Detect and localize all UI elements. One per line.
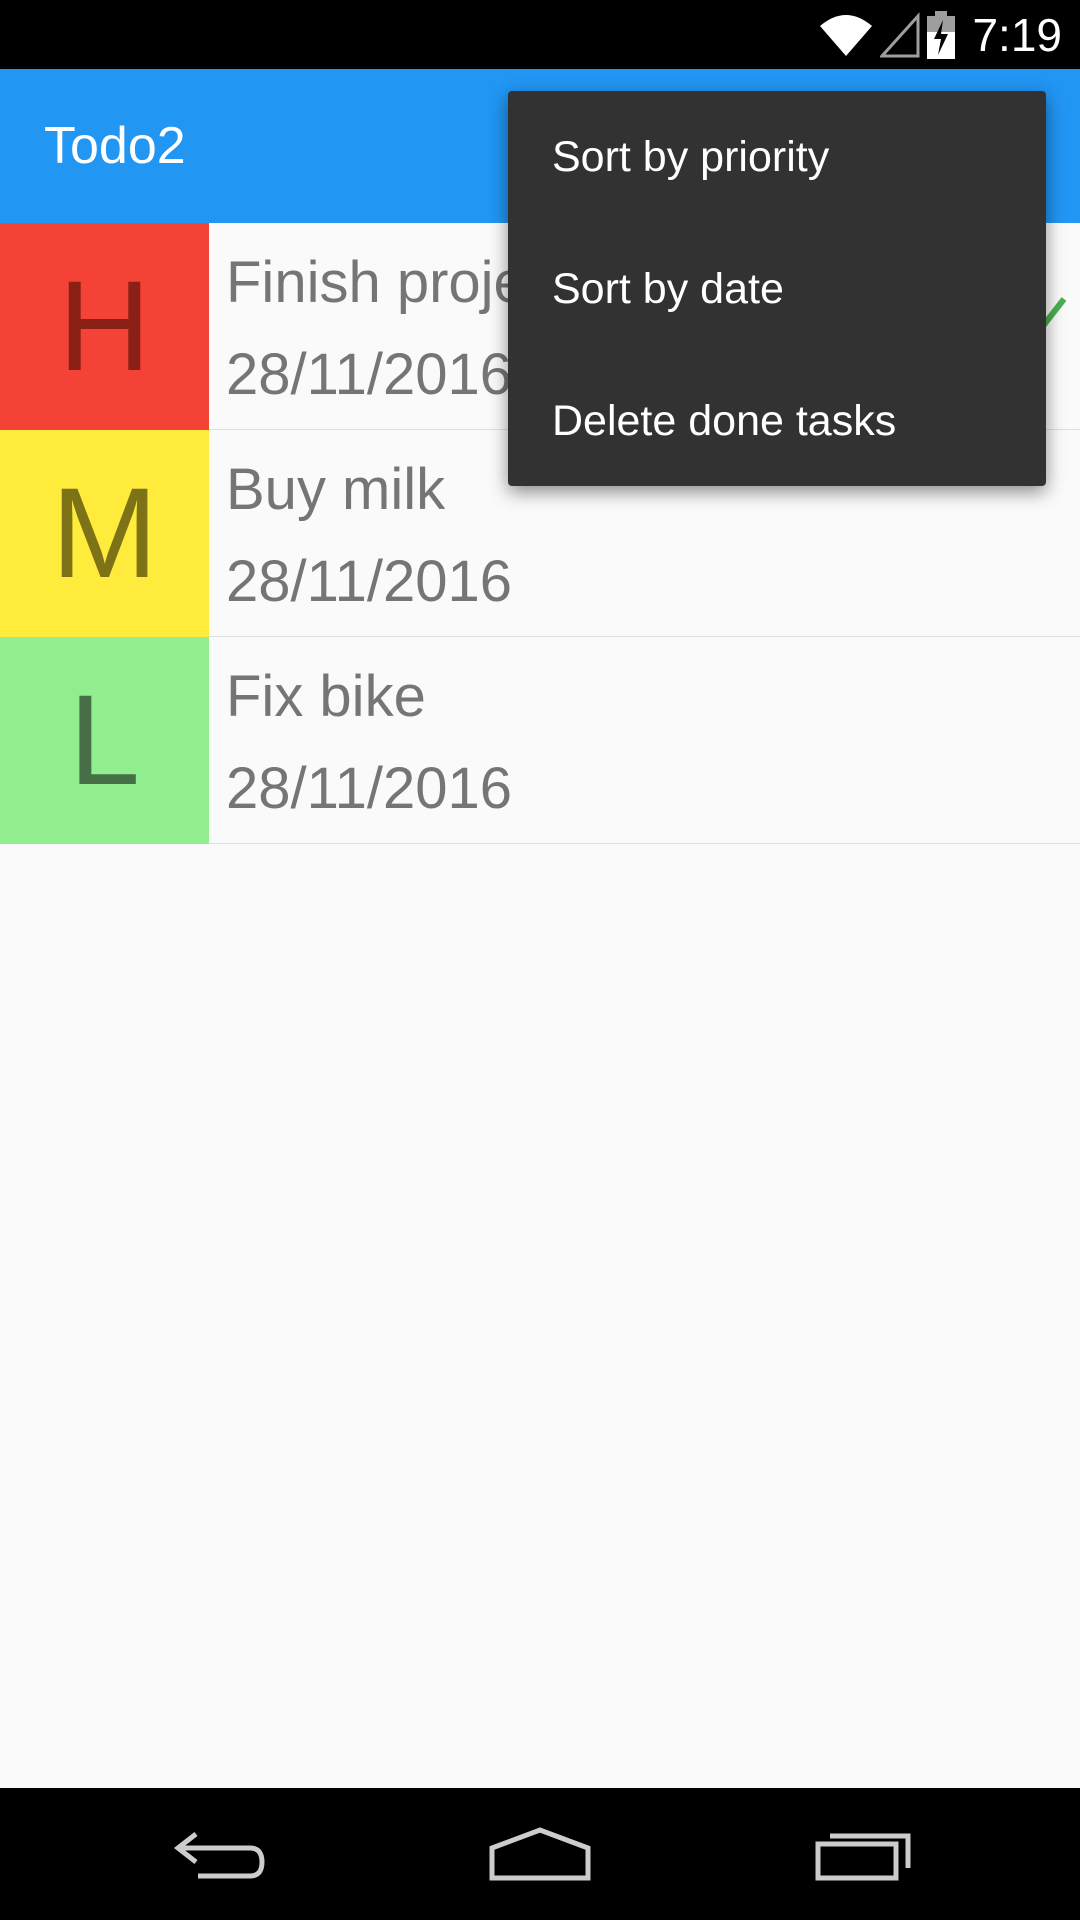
- task-date: 28/11/2016: [226, 756, 512, 821]
- priority-badge-low: L: [0, 637, 209, 844]
- menu-item-delete-done-tasks[interactable]: Delete done tasks: [508, 355, 1046, 487]
- app-title: Todo2: [44, 117, 186, 175]
- recent-apps-button[interactable]: [784, 1788, 944, 1920]
- back-icon: [173, 1832, 265, 1879]
- cell-signal-icon: [880, 11, 920, 57]
- nav-bar: [0, 1788, 1080, 1920]
- task-row[interactable]: L Fix bike 28/11/2016: [0, 637, 1080, 844]
- task-title: Buy milk: [226, 457, 446, 522]
- priority-badge-medium: M: [0, 430, 209, 637]
- status-bar: 7:19: [0, 0, 1080, 69]
- battery-charging-icon: [927, 10, 956, 59]
- screen: 7:19 Todo2 H Finish project 28/11/2016 M…: [0, 0, 1080, 1920]
- menu-item-sort-by-priority[interactable]: Sort by priority: [508, 91, 1046, 223]
- back-button[interactable]: [140, 1788, 300, 1920]
- task-date: 28/11/2016: [226, 549, 512, 614]
- overflow-menu: Sort by priority Sort by date Delete don…: [508, 91, 1046, 486]
- status-time: 7:19: [972, 8, 1062, 61]
- recent-apps-icon: [815, 1833, 911, 1881]
- task-title: Fix bike: [226, 664, 426, 729]
- wifi-icon: [820, 14, 873, 56]
- task-date: 28/11/2016: [226, 342, 512, 407]
- priority-badge-high: H: [0, 223, 209, 430]
- status-icons: 7:19: [818, 0, 1062, 69]
- menu-item-sort-by-date[interactable]: Sort by date: [508, 223, 1046, 355]
- home-icon: [489, 1827, 591, 1881]
- home-button[interactable]: [460, 1788, 620, 1920]
